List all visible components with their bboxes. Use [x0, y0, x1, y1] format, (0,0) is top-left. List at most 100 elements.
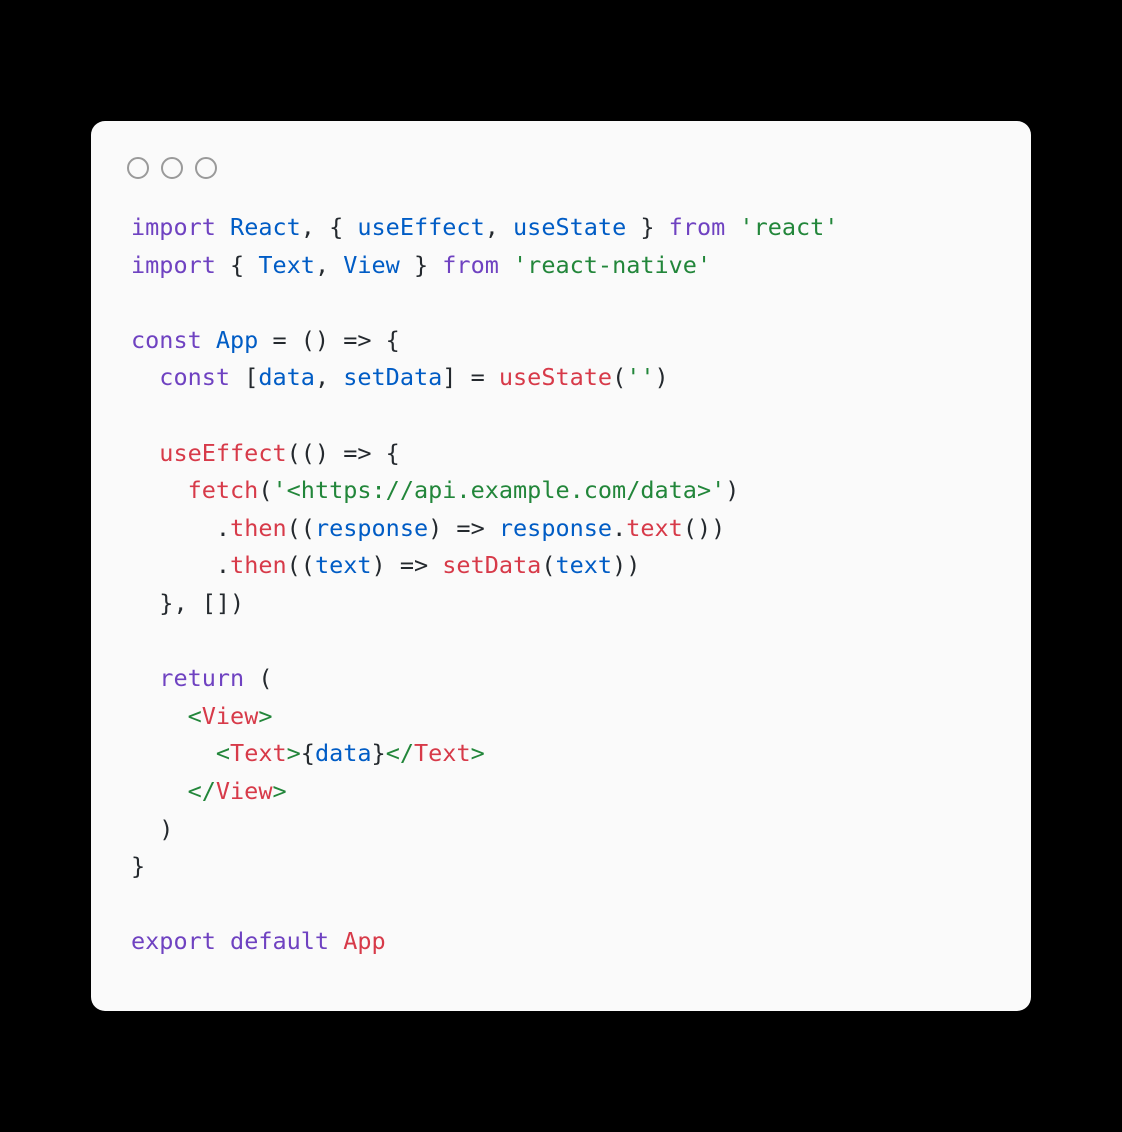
code-token: from: [442, 251, 513, 279]
code-token: ((: [287, 551, 315, 579]
code-token: [131, 702, 188, 730]
code-token: Text: [414, 739, 471, 767]
code-line: export default App: [131, 923, 991, 961]
code-line: [131, 284, 991, 322]
code-line: }: [131, 848, 991, 886]
code-token: =>: [343, 439, 371, 467]
code-token: ): [131, 815, 173, 843]
code-token: ,: [315, 363, 343, 391]
window-traffic-lights: [91, 149, 1031, 209]
code-token: React: [230, 213, 301, 241]
code-token: {: [230, 251, 258, 279]
code-token: >: [272, 777, 286, 805]
code-token: </: [386, 739, 414, 767]
code-token: [: [244, 363, 258, 391]
code-token: '<https://api.example.com/data>': [273, 476, 726, 504]
code-token: useEffect: [159, 439, 286, 467]
code-token: }: [400, 251, 442, 279]
code-token: ,: [315, 251, 343, 279]
code-token: {: [372, 439, 400, 467]
code-token: default: [230, 927, 343, 955]
code-token: >: [258, 702, 272, 730]
code-token: }: [626, 213, 668, 241]
code-token: text: [555, 551, 612, 579]
code-token: >: [471, 739, 485, 767]
code-token: , {: [301, 213, 358, 241]
code-token: 'react': [739, 213, 838, 241]
code-token: ): [725, 476, 739, 504]
code-line: return (: [131, 660, 991, 698]
code-token: Text: [258, 251, 315, 279]
code-token: [485, 514, 499, 542]
code-token: ()): [683, 514, 725, 542]
code-token: const: [131, 326, 216, 354]
code-token: ): [372, 551, 400, 579]
code-token: App: [343, 927, 385, 955]
code-token: text: [315, 551, 372, 579]
code-token: useState: [499, 363, 612, 391]
code-token: =>: [456, 514, 484, 542]
code-token: =>: [343, 326, 371, 354]
code-token: response: [499, 514, 612, 542]
code-token: setData: [343, 363, 442, 391]
code-token: response: [315, 514, 428, 542]
code-token: {: [372, 326, 400, 354]
code-token: ): [428, 514, 456, 542]
code-line: [131, 886, 991, 924]
code-token: )): [612, 551, 640, 579]
code-token: ): [655, 363, 669, 391]
minimize-icon[interactable]: [161, 157, 183, 179]
code-line: [131, 397, 991, 435]
code-token: (: [612, 363, 626, 391]
code-token: text: [626, 514, 683, 542]
code-token: [131, 363, 159, 391]
code-line: useEffect(() => {: [131, 435, 991, 473]
code-block[interactable]: import React, { useEffect, useState } fr…: [91, 209, 1031, 961]
code-token: >: [287, 739, 301, 767]
code-line: <Text>{data}</Text>: [131, 735, 991, 773]
code-token: .: [131, 551, 230, 579]
code-token: return: [159, 664, 244, 692]
close-icon[interactable]: [127, 157, 149, 179]
code-token: .: [131, 514, 230, 542]
code-token: .: [612, 514, 626, 542]
code-token: setData: [442, 551, 541, 579]
code-token: [131, 439, 159, 467]
code-token: '': [626, 363, 654, 391]
code-token: data: [315, 739, 372, 767]
code-token: ((): [287, 439, 344, 467]
code-token: ] =: [442, 363, 499, 391]
code-line: .then((response) => response.text()): [131, 510, 991, 548]
code-token: then: [230, 551, 287, 579]
code-token: 'react-native': [513, 251, 711, 279]
code-token: fetch: [188, 476, 259, 504]
code-token: }, []): [131, 589, 244, 617]
code-line: import { Text, View } from 'react-native…: [131, 247, 991, 285]
code-token: (: [244, 664, 272, 692]
code-line: fetch('<https://api.example.com/data>'): [131, 472, 991, 510]
code-token: useEffect: [357, 213, 484, 241]
code-token: <: [216, 739, 230, 767]
maximize-icon[interactable]: [195, 157, 217, 179]
code-line: import React, { useEffect, useState } fr…: [131, 209, 991, 247]
code-line: const [data, setData] = useState(''): [131, 359, 991, 397]
code-token: [131, 664, 159, 692]
code-token: ((: [287, 514, 315, 542]
code-token: App: [216, 326, 258, 354]
code-token: }: [131, 852, 145, 880]
code-token: import: [131, 251, 230, 279]
code-line: ): [131, 811, 991, 849]
code-token: View: [343, 251, 400, 279]
code-token: (: [541, 551, 555, 579]
code-line: </View>: [131, 773, 991, 811]
code-token: [131, 739, 216, 767]
code-line: <View>: [131, 698, 991, 736]
code-token: [131, 777, 188, 805]
code-token: import: [131, 213, 230, 241]
code-token: </: [188, 777, 216, 805]
code-token: }: [372, 739, 386, 767]
code-token: from: [669, 213, 740, 241]
code-line: }, []): [131, 585, 991, 623]
code-token: {: [301, 739, 315, 767]
code-line: [131, 623, 991, 661]
